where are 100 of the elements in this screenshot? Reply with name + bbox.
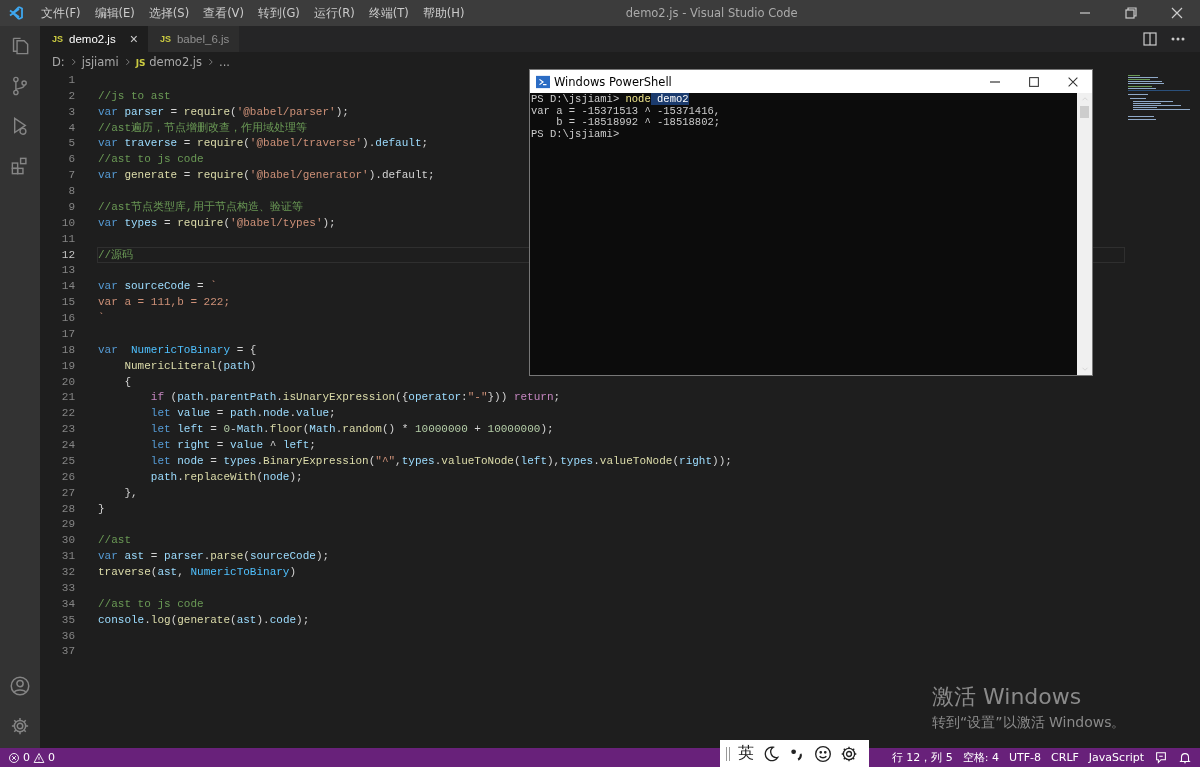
line-number: 23 <box>60 423 76 436</box>
line-number: 13 <box>60 264 76 277</box>
line-number: 9 <box>67 200 76 213</box>
terminal-prompt-icon <box>536 74 550 89</box>
code-line: path.replaceWith(node); <box>149 470 303 483</box>
window-title: demo2.js - Visual Studio Code <box>625 6 798 20</box>
code-line: var ast = parser.parse(sourceCode); <box>98 550 330 563</box>
window-title: Windows PowerShell <box>554 74 673 89</box>
account-button[interactable] <box>8 674 32 698</box>
status-item[interactable]: 空格: 4 <box>962 750 999 765</box>
code-line: var a = 111,b = 222; <box>98 296 231 309</box>
code-line: //ast to js code <box>98 153 204 166</box>
line-number: 28 <box>60 502 76 515</box>
code-line: let right = value ^ left; <box>149 439 316 452</box>
status-item[interactable]: 行 12，列 5 <box>891 750 953 765</box>
line-number: 27 <box>60 486 76 499</box>
editor-tab[interactable]: JS demo2.js × <box>40 26 148 52</box>
line-number: 29 <box>60 518 76 531</box>
person-icon <box>10 676 30 696</box>
status-item[interactable]: JavaScript <box>1088 751 1144 764</box>
editor-tab[interactable]: JS babel_6.js <box>147 26 240 52</box>
scrollbar[interactable] <box>1077 93 1092 375</box>
code-line: var parser = require('@babel/parser'); <box>98 105 349 118</box>
code-line: let node = types.BinaryExpression("^",types.valueToNode(left),types.valueToNode(right)); <box>149 454 732 467</box>
terminal-line: PS D:\jsjiami> node demo2 <box>531 93 689 105</box>
line-number: 17 <box>60 327 76 340</box>
menu-item[interactable]: 选择(S) <box>141 5 197 21</box>
menu-item[interactable]: 运行(R) <box>306 5 362 21</box>
settings-icon <box>10 716 30 736</box>
menu-item[interactable]: 转到(G) <box>250 5 307 21</box>
activation-title: 激活 Windows <box>932 683 1083 711</box>
line-number: 19 <box>60 359 76 372</box>
code-line: //源码 <box>98 248 134 263</box>
line-number: 2 <box>67 89 76 102</box>
line-number: 22 <box>60 407 76 420</box>
scroll-thumb[interactable] <box>1080 106 1089 118</box>
terminal-line: PS D:\jsjiami> <box>531 127 620 140</box>
code-line: var sourceCode = ` <box>98 280 217 293</box>
minimap-drawing <box>1128 74 1190 122</box>
minimize-icon <box>989 80 1000 83</box>
code-line: } <box>98 502 105 515</box>
status-item[interactable]: UTF-8 <box>1009 751 1042 764</box>
blocks-icon <box>10 156 30 176</box>
line-number: 8 <box>67 185 76 198</box>
line-number: 15 <box>60 296 76 309</box>
line-number: 30 <box>60 534 76 547</box>
split-editor-icon <box>1142 31 1158 47</box>
code-line: var traverse = require('@babel/traverse').default; <box>98 137 429 150</box>
line-number: 10 <box>60 216 76 229</box>
code-line: traverse(ast, NumericToBinary) <box>98 566 297 579</box>
terminal-line: var a = -15371513 ^ -15371416, <box>531 104 721 117</box>
close-icon <box>1169 5 1185 21</box>
chevron-icon <box>206 56 216 68</box>
restore-icon <box>1123 5 1139 21</box>
line-number: 5 <box>67 137 76 150</box>
bell-icon <box>1178 750 1192 765</box>
line-number: 21 <box>60 391 76 404</box>
line-number: 35 <box>60 613 76 626</box>
line-number: 16 <box>60 312 76 325</box>
line-number: 18 <box>60 343 76 356</box>
code-line: var types = require('@babel/types'); <box>98 216 336 229</box>
branch-icon <box>10 76 30 96</box>
menu-item[interactable]: 编辑(E) <box>87 5 142 21</box>
code-line: NumericLiteral(path) <box>123 359 257 372</box>
breadcrumb-item[interactable]: ... <box>219 55 230 69</box>
code-line: //ast遍历，节点增删改查，作用域处理等 <box>98 121 307 136</box>
menu-item[interactable]: 文件(F) <box>34 5 88 21</box>
feedback-icon <box>1154 750 1168 765</box>
line-number: 31 <box>60 550 76 563</box>
line-number: 3 <box>67 105 76 118</box>
smiley-icon <box>814 744 832 763</box>
vscode-logo-icon <box>8 5 24 21</box>
code-line: let value = path.node.value; <box>149 407 336 420</box>
code-line: }, <box>123 486 138 499</box>
status-item[interactable]: CRLF <box>1051 751 1079 764</box>
line-number: 6 <box>67 153 76 166</box>
settings-icon <box>840 744 858 763</box>
error-icon <box>8 751 20 764</box>
maximize-icon <box>1026 74 1041 89</box>
breadcrumb-item[interactable]: D: <box>52 55 65 69</box>
problems-status[interactable]: 0 0 <box>8 751 55 764</box>
breadcrumb-item[interactable]: JS demo2.js <box>135 55 203 69</box>
menu-item[interactable]: 帮助(H) <box>415 5 472 21</box>
terminal-line: b = -18518992 ^ -18518802; <box>555 116 721 128</box>
line-number: 4 <box>67 121 76 134</box>
menu-item[interactable]: 查看(V) <box>196 5 251 21</box>
input-mode-button[interactable]: 英 <box>738 743 754 764</box>
line-number: 25 <box>60 454 76 467</box>
code-line: console.log(generate(ast).code); <box>98 613 310 626</box>
code-line: if (path.parentPath.isUnaryExpression({operator:"-"})) return; <box>149 391 561 404</box>
activation-hint: 转到“设置”以激活 Windows。 <box>932 714 1126 732</box>
code-line: var NumericToBinary = { <box>98 343 257 356</box>
code-line: //ast to js code <box>98 597 204 610</box>
breadcrumb-item[interactable]: jsjiami <box>81 55 119 69</box>
line-number: 24 <box>60 439 76 452</box>
code-line: let left = 0-Math.floor(Math.random() * 10000000 + 10000000); <box>149 423 554 436</box>
menu-item[interactable]: 终端(T) <box>361 5 416 21</box>
line-number: 32 <box>60 566 76 579</box>
code-line: var generate = require('@babel/generator').default; <box>98 169 435 182</box>
line-number: 11 <box>60 232 76 245</box>
